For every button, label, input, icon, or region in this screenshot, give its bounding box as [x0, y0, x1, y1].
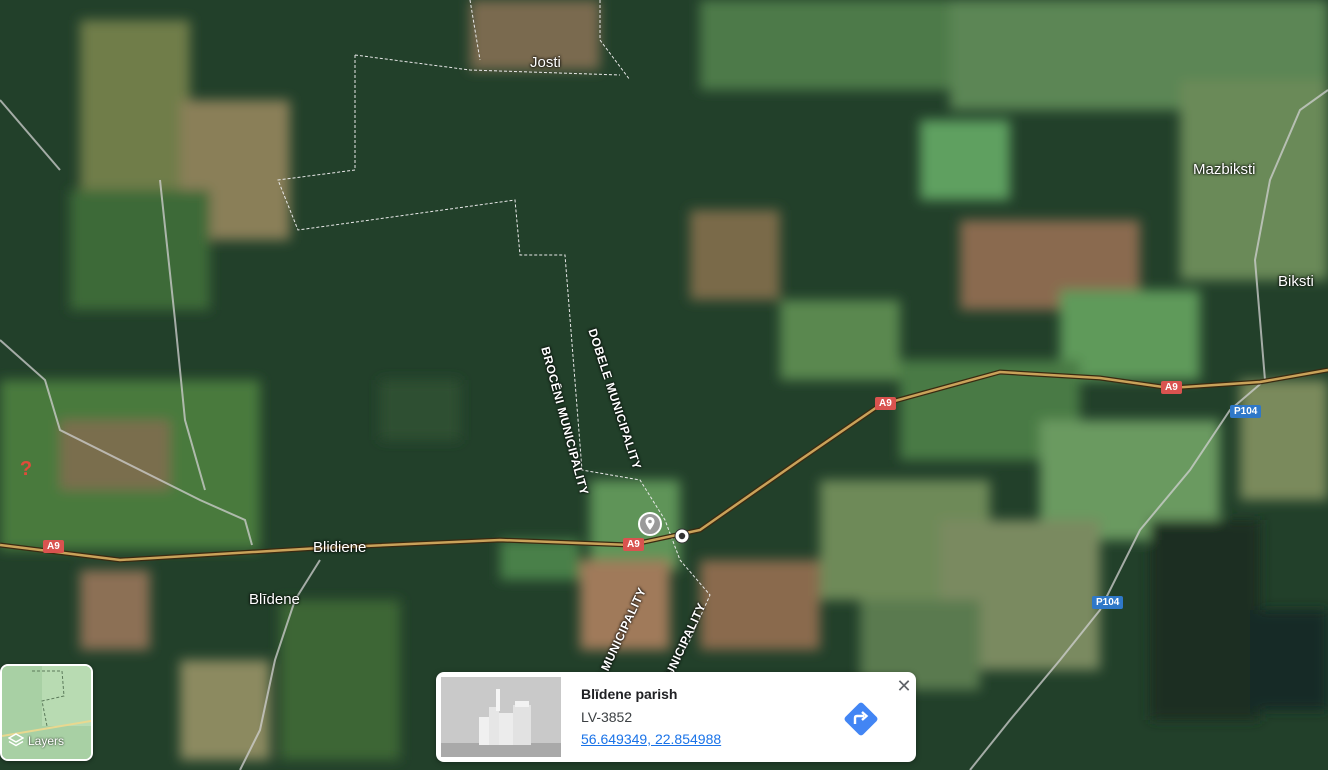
close-icon[interactable]: ✕ [894, 676, 914, 696]
road-shield-a9: A9 [1161, 381, 1182, 394]
road-shield-a9: A9 [43, 540, 64, 553]
place-label-biksti: Biksti [1278, 273, 1314, 290]
location-pin-icon[interactable] [638, 512, 662, 536]
question-icon: ? [20, 458, 32, 480]
road-shield-a9: A9 [875, 397, 896, 410]
unknown-place-marker: ? [20, 458, 32, 480]
postal-code: LV-3852 [581, 709, 633, 725]
layers-button[interactable]: Layers [0, 664, 93, 761]
place-thumbnail[interactable] [441, 677, 561, 757]
place-label-blidiene: Blidiene [313, 539, 367, 556]
place-label-mazbiksti: Mazbiksti [1193, 161, 1256, 178]
place-info-card: Blīdene parish LV-3852 56.649349, 22.854… [436, 672, 916, 762]
road-shield-p104: P104 [1230, 405, 1262, 418]
selected-point-icon[interactable] [674, 528, 690, 544]
directions-icon[interactable] [842, 700, 880, 738]
satellite-map[interactable]: ? [0, 0, 1328, 770]
layers-icon [8, 733, 24, 747]
road-shield-p104: P104 [1092, 596, 1124, 609]
road-shield-a9: A9 [623, 538, 644, 551]
coordinates-link[interactable]: 56.649349, 22.854988 [581, 731, 721, 747]
place-label-josti: Josti [530, 54, 561, 71]
place-title: Blīdene parish [581, 686, 678, 702]
place-label-blidene: Blīdene [249, 591, 300, 608]
layers-label: Layers [28, 734, 65, 748]
